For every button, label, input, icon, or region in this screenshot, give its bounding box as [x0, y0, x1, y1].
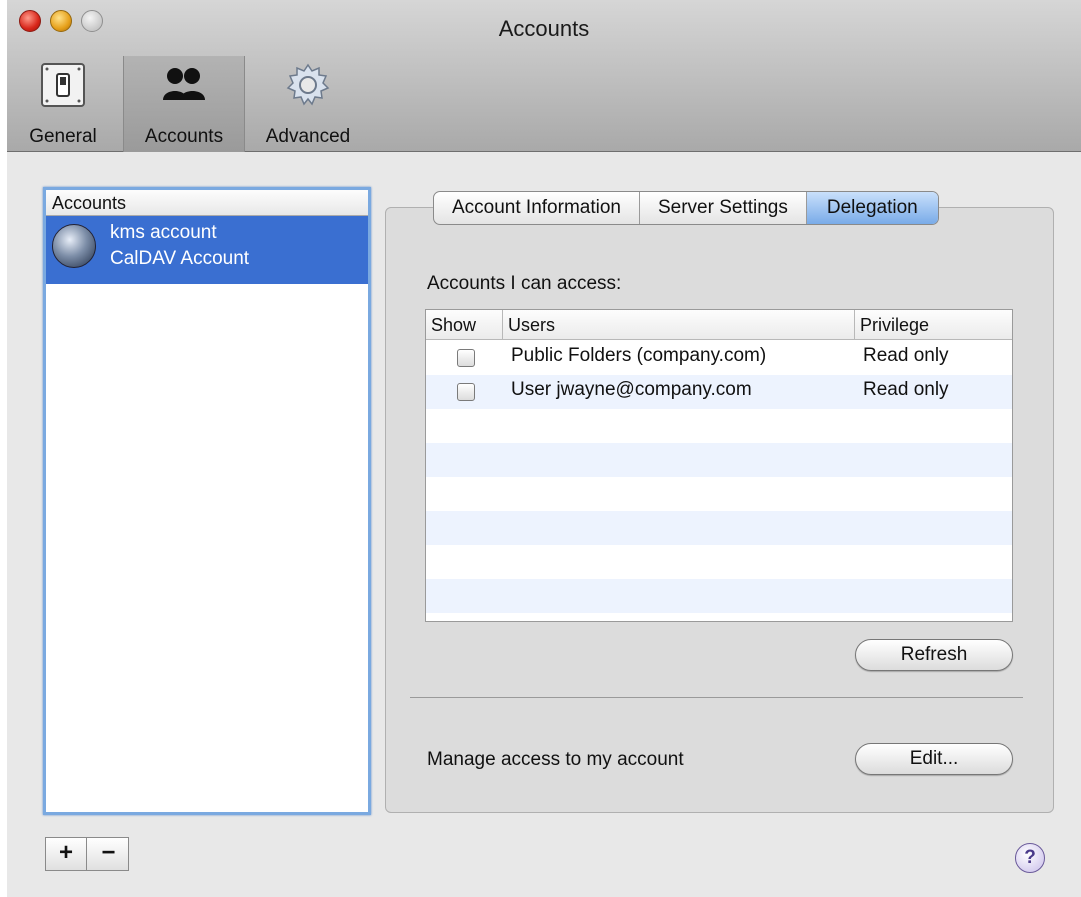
refresh-button[interactable]: Refresh: [855, 639, 1013, 671]
toolbar-label-accounts: Accounts: [144, 126, 224, 147]
table-row[interactable]: Public Folders (company.com) Read only: [426, 341, 1012, 375]
switch-icon: [41, 63, 85, 107]
toolbar-item-advanced[interactable]: Advanced: [249, 56, 367, 152]
window-title: Accounts: [498, 16, 590, 41]
empty-row: [426, 579, 1012, 613]
show-checkbox[interactable]: [457, 383, 475, 401]
users-icon: [163, 68, 205, 100]
privilege-cell: Read only: [863, 379, 949, 400]
tab-server-settings[interactable]: Server Settings: [640, 192, 807, 224]
manage-access-label: Manage access to my account: [427, 749, 684, 770]
table-row[interactable]: User jwayne@company.com Read only: [426, 375, 1012, 409]
gear-icon: [286, 63, 330, 106]
accounts-list-header: Accounts: [46, 190, 368, 216]
empty-row: [426, 545, 1012, 579]
empty-row: [426, 511, 1012, 545]
account-item[interactable]: kms account CalDAV Account: [46, 216, 368, 284]
toolbar-item-general[interactable]: General: [7, 56, 119, 152]
toolbar-label-advanced: Advanced: [265, 126, 351, 147]
privilege-cell: Read only: [863, 345, 949, 366]
tab-delegation[interactable]: Delegation: [806, 192, 938, 224]
toolbar: Accounts General Accounts Advanced: [7, 0, 1081, 152]
tab-bar: Account Information Server Settings Dele…: [433, 191, 939, 225]
column-header-privilege[interactable]: Privilege: [855, 310, 1012, 340]
preferences-content: Accounts kms account CalDAV Account + − …: [7, 153, 1081, 897]
divider: [410, 697, 1023, 698]
show-checkbox[interactable]: [457, 349, 475, 367]
empty-row: [426, 477, 1012, 511]
user-cell: Public Folders (company.com): [511, 345, 767, 366]
edit-access-button[interactable]: Edit...: [855, 743, 1013, 775]
tab-account-information[interactable]: Account Information: [434, 192, 640, 224]
account-type: CalDAV Account: [110, 248, 250, 269]
column-header-users[interactable]: Users: [503, 310, 855, 340]
delegation-table: Show Users Privilege Public Folders (com…: [425, 309, 1013, 622]
preferences-window: Accounts General Accounts Advanced Accou…: [7, 0, 1081, 897]
empty-row: [426, 409, 1012, 443]
add-remove-control: + −: [45, 837, 129, 871]
column-header-show[interactable]: Show: [426, 310, 503, 340]
globe-icon: [52, 224, 96, 268]
toolbar-label-general: General: [29, 126, 97, 147]
remove-account-button[interactable]: −: [88, 838, 129, 870]
accounts-access-label: Accounts I can access:: [427, 273, 622, 294]
account-name: kms account: [110, 222, 217, 243]
empty-row: [426, 443, 1012, 477]
add-account-button[interactable]: +: [46, 838, 87, 870]
user-cell: User jwayne@company.com: [511, 379, 752, 400]
accounts-list[interactable]: Accounts kms account CalDAV Account: [43, 187, 371, 815]
help-button[interactable]: ?: [1015, 843, 1045, 873]
table-header: Show Users Privilege: [426, 310, 1012, 340]
toolbar-item-accounts[interactable]: Accounts: [123, 56, 245, 152]
